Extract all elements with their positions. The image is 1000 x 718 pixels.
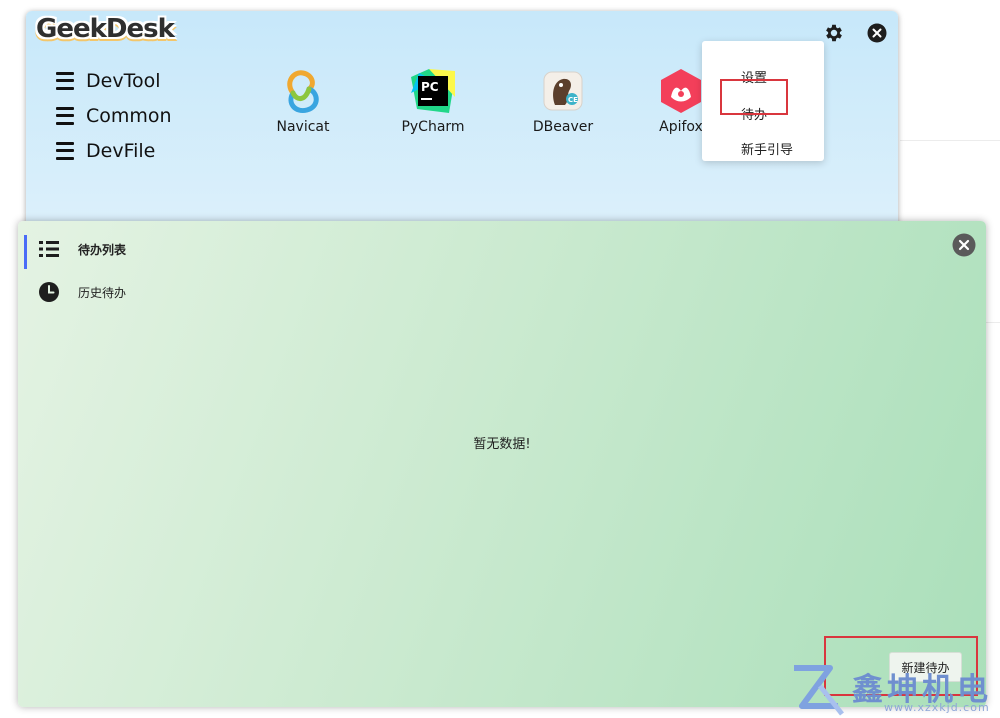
close-icon[interactable] — [867, 23, 887, 43]
navicat-icon — [279, 67, 327, 115]
todo-window: 待办列表 历史待办 暂无数据! 新建待办 — [18, 221, 986, 707]
menu-item-label: DevFile — [86, 139, 156, 162]
geekdesk-main-window: GeekDesk DevTool Common DevFile Navicat — [26, 11, 898, 229]
highlight-box-todo — [720, 79, 788, 115]
svg-text:CE: CE — [568, 96, 578, 104]
menu-hamburger-icon — [56, 141, 74, 160]
menu-hamburger-icon — [56, 71, 74, 90]
menu-item-devtool[interactable]: DevTool — [56, 63, 172, 98]
settings-dropdown-menu: 设置 待办 新手引导 — [702, 41, 824, 161]
menu-hamburger-icon — [56, 106, 74, 125]
nav-item-label: 待办列表 — [78, 242, 127, 257]
menu-item-devfile[interactable]: DevFile — [56, 133, 172, 168]
close-icon[interactable] — [952, 233, 976, 257]
app-label: Navicat — [276, 119, 330, 135]
app-label: DBeaver — [532, 119, 594, 135]
clock-icon — [39, 282, 59, 302]
gear-icon[interactable] — [823, 22, 845, 44]
background-divider — [900, 140, 1000, 141]
svg-text:PC: PC — [421, 80, 439, 94]
menu-item-label: Common — [86, 104, 172, 127]
watermark: 鑫坤机电 www.xzxkjd.com — [790, 660, 1000, 718]
app-pycharm[interactable]: PC PyCharm — [388, 67, 478, 135]
nav-item-history-todo[interactable]: 历史待办 — [38, 281, 126, 303]
menu-list: DevTool Common DevFile — [56, 63, 172, 168]
active-nav-indicator — [24, 235, 27, 269]
app-dbeaver[interactable]: CE DBeaver — [518, 67, 608, 135]
apifox-icon — [657, 67, 705, 115]
watermark-logo-icon — [794, 665, 844, 716]
menu-item-beginner-guide[interactable]: 新手引导 — [741, 139, 793, 158]
nav-item-label: 历史待办 — [78, 285, 127, 300]
app-navicat[interactable]: Navicat — [258, 67, 348, 135]
nav-item-todo-list[interactable]: 待办列表 — [38, 239, 126, 259]
list-icon — [39, 241, 59, 257]
app-label: PyCharm — [401, 119, 465, 135]
geekdesk-logo: GeekDesk — [36, 14, 175, 44]
empty-state-message: 暂无数据! — [473, 437, 531, 452]
menu-item-common[interactable]: Common — [56, 98, 172, 133]
watermark-url: www.xzxkjd.com — [884, 701, 990, 714]
menu-item-label: DevTool — [86, 69, 161, 92]
pycharm-icon: PC — [409, 67, 457, 115]
dbeaver-icon: CE — [539, 67, 587, 115]
